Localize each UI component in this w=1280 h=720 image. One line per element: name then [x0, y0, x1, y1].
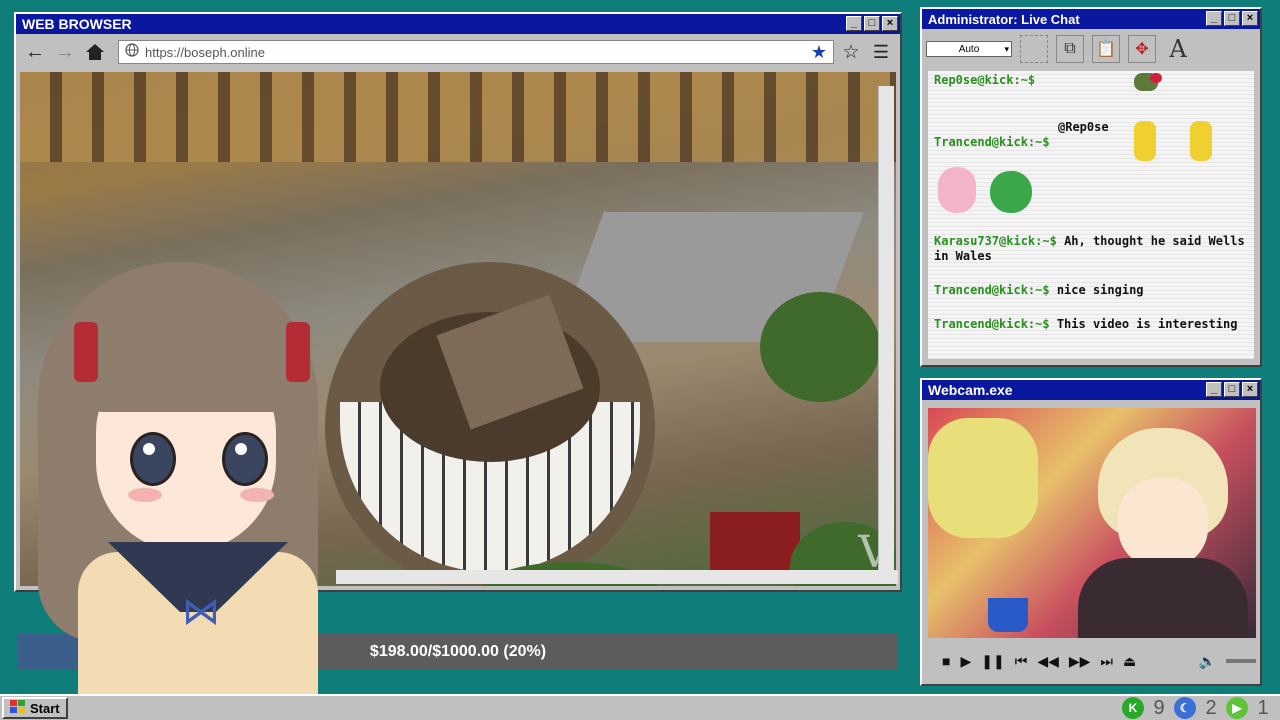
webcam-titlebar[interactable]: Webcam.exe _ □ ×	[922, 380, 1260, 400]
select-rect-icon[interactable]	[1020, 35, 1048, 63]
cam-avatar-face	[1118, 478, 1208, 568]
webcam-feed	[928, 408, 1256, 638]
ribbon-bow-icon: ⋈	[182, 591, 220, 633]
move-icon[interactable]: ✥	[1128, 35, 1156, 63]
tray-count: 9	[1153, 696, 1165, 719]
system-tray: K 9 ☾ 2 ▶ 1	[1122, 697, 1274, 720]
fast-forward-icon[interactable]: ▶▶	[1069, 653, 1091, 670]
taskbar: Start K 9 ☾ 2 ▶ 1	[0, 694, 1280, 720]
text-tool-icon[interactable]: A	[1164, 35, 1192, 63]
heart-icon	[1150, 73, 1162, 83]
chat-messages[interactable]: Rep0se@kick:~$ @Rep0se Trancend@kick:~$ …	[928, 71, 1254, 359]
bookmark-star-filled-icon[interactable]: ★	[811, 42, 827, 63]
address-bar[interactable]: https://boseph.online ★	[118, 40, 834, 64]
ribbon-icon	[286, 322, 310, 382]
emote-icon	[990, 171, 1032, 213]
chat-username: Rep0se@kick:~$	[934, 73, 1036, 87]
cam-pillow	[928, 418, 1038, 538]
cam-mug	[988, 598, 1028, 632]
volume-icon[interactable]: 🔈	[1199, 653, 1216, 670]
start-button[interactable]: Start	[2, 697, 68, 719]
back-arrow-icon[interactable]: ←	[22, 39, 48, 65]
close-button[interactable]: ×	[882, 16, 898, 31]
chat-text: nice singing	[1056, 283, 1144, 297]
windows-logo-icon	[10, 699, 26, 717]
chat-username: Karasu737@kick:~$	[934, 234, 1057, 248]
close-button[interactable]: ×	[1242, 11, 1258, 26]
start-label: Start	[30, 700, 60, 716]
bookmark-star-icon[interactable]: ☆	[838, 39, 864, 65]
copy-icon[interactable]: ⧉	[1056, 35, 1084, 63]
minimize-button[interactable]: _	[846, 16, 862, 31]
browser-titlebar[interactable]: WEB BROWSER _ □ ×	[16, 14, 900, 34]
browser-toolbar: ← → https://boseph.online ★ ☆ ☰	[16, 34, 900, 70]
avatar-blush	[240, 488, 274, 502]
chat-username: Trancend@kick:~$	[934, 283, 1050, 297]
tree	[760, 292, 880, 402]
webcam-window: Webcam.exe _ □ × ■ ▶ ❚❚ ⏮ ◀◀ ▶▶ ⏭ ⏏ 🔈	[920, 378, 1262, 686]
home-icon[interactable]	[82, 39, 108, 65]
url-text[interactable]: https://boseph.online	[145, 45, 805, 60]
chat-message: Trancend@kick:~$ This video is interesti…	[934, 317, 1250, 332]
chat-titlebar[interactable]: Administrator: Live Chat _ □ ×	[922, 9, 1260, 29]
media-controls: ■ ▶ ❚❚ ⏮ ◀◀ ▶▶ ⏭ ⏏ 🔈	[928, 644, 1256, 678]
cam-avatar-body	[1078, 558, 1248, 638]
tray-count: 2	[1205, 696, 1217, 719]
avatar-blush	[128, 488, 162, 502]
kick-icon[interactable]: K	[1122, 697, 1144, 719]
avatar-eye	[130, 432, 176, 486]
emote-icon	[938, 167, 976, 213]
stop-icon[interactable]: ■	[942, 653, 950, 669]
moon-icon[interactable]: ☾	[1174, 697, 1196, 719]
webcam-title: Webcam.exe	[928, 382, 1013, 398]
vertical-scrollbar[interactable]	[878, 86, 894, 584]
globe-icon	[125, 42, 139, 62]
maximize-button[interactable]: □	[864, 16, 880, 31]
avatar-eye	[222, 432, 268, 486]
chat-message: Trancend@kick:~$ nice singing	[934, 283, 1250, 298]
play-circle-icon[interactable]: ▶	[1226, 697, 1248, 719]
zoom-select[interactable]: Auto	[926, 41, 1012, 57]
skip-back-icon[interactable]: ⏮	[1015, 653, 1028, 670]
horizontal-scrollbar[interactable]	[336, 570, 898, 584]
paste-icon[interactable]: 📋	[1092, 35, 1120, 63]
menu-icon[interactable]: ☰	[868, 39, 894, 65]
chat-message: Rep0se@kick:~$	[934, 73, 1250, 88]
tray-count: 1	[1257, 696, 1269, 719]
background-buildings	[20, 72, 896, 162]
close-button[interactable]: ×	[1242, 382, 1258, 397]
chat-title: Administrator: Live Chat	[928, 11, 1080, 27]
maximize-button[interactable]: □	[1224, 11, 1240, 26]
minimize-button[interactable]: _	[1206, 382, 1222, 397]
chat-message: Trancend@kick:~$	[934, 135, 1250, 150]
chat-window: Administrator: Live Chat _ □ × Auto ⧉ 📋 …	[920, 7, 1262, 367]
ribbon-icon	[74, 322, 98, 382]
minimize-button[interactable]: _	[1206, 11, 1222, 26]
vtuber-avatar: ⋈	[18, 262, 338, 720]
chat-username: Trancend@kick:~$	[934, 135, 1050, 149]
desktop-edge-icons	[0, 0, 14, 590]
chat-text: @Rep0se	[1058, 120, 1109, 134]
browser-title: WEB BROWSER	[22, 16, 132, 32]
play-icon[interactable]: ▶	[960, 653, 971, 670]
skip-forward-icon[interactable]: ⏭	[1100, 653, 1113, 670]
forward-arrow-icon[interactable]: →	[52, 39, 78, 65]
maximize-button[interactable]: □	[1224, 382, 1240, 397]
chat-text: This video is interesting	[1056, 317, 1238, 331]
volume-slider[interactable]	[1226, 659, 1256, 663]
chat-toolbar: Auto ⧉ 📋 ✥ A	[922, 29, 1260, 69]
eject-icon[interactable]: ⏏	[1123, 653, 1136, 670]
pause-icon[interactable]: ❚❚	[981, 653, 1004, 670]
chat-username: Trancend@kick:~$	[934, 317, 1050, 331]
rewind-icon[interactable]: ◀◀	[1037, 653, 1059, 670]
chat-message: Karasu737@kick:~$ Ah, thought he said We…	[934, 234, 1250, 264]
